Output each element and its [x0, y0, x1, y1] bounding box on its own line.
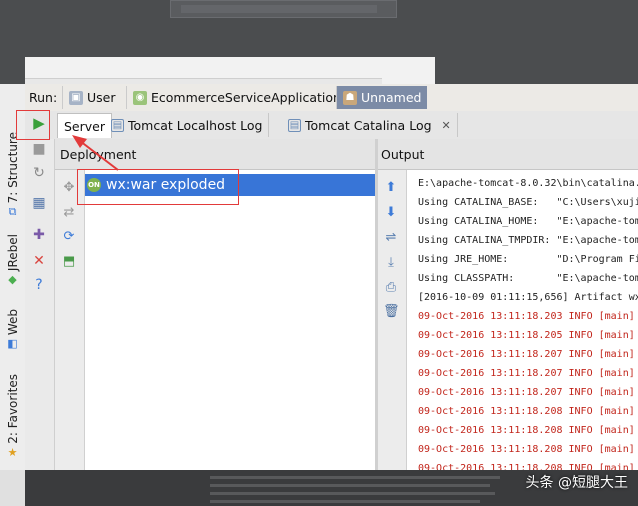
annotation-arrow: [72, 135, 119, 171]
